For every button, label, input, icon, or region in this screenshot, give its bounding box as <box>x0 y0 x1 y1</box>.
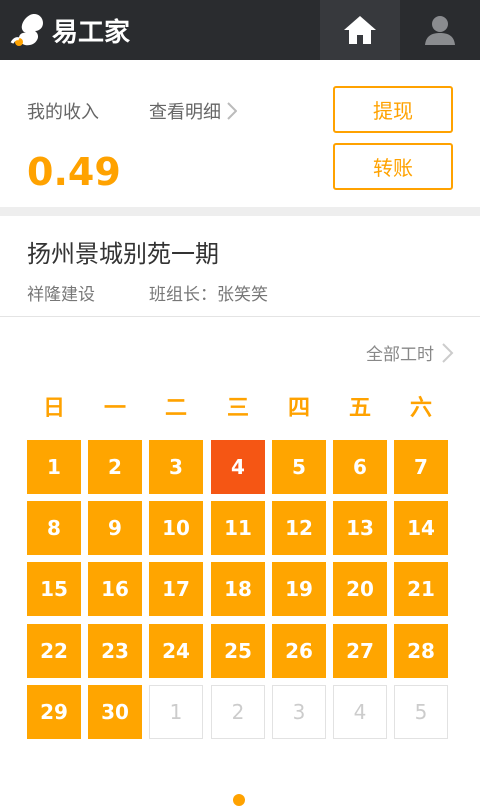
calendar-day[interactable]: 8 <box>27 501 81 555</box>
home-button[interactable] <box>320 0 400 60</box>
calendar-day[interactable]: 19 <box>272 562 326 616</box>
page-indicator-dot <box>233 794 245 806</box>
company-name: 祥隆建设 <box>27 285 95 305</box>
calendar-day[interactable]: 7 <box>394 440 448 494</box>
calendar-day[interactable]: 18 <box>211 562 265 616</box>
user-button[interactable] <box>400 0 480 60</box>
weekday-label: 一 <box>103 396 126 421</box>
calendar-day-next-month[interactable]: 5 <box>394 685 448 739</box>
calendar-day[interactable]: 6 <box>333 440 387 494</box>
chevron-right-icon <box>227 102 237 120</box>
weekday-label: 四 <box>287 396 310 421</box>
all-hours-link[interactable]: 全部工时 <box>366 340 454 365</box>
home-icon <box>344 16 376 44</box>
calendar-day-next-month[interactable]: 4 <box>333 685 387 739</box>
calendar-day[interactable]: 24 <box>149 624 203 678</box>
calendar-day[interactable]: 30 <box>88 685 142 739</box>
calendar-day[interactable]: 15 <box>27 562 81 616</box>
calendar-day[interactable]: 20 <box>333 562 387 616</box>
project-name: 扬州景城别苑一期 <box>27 240 219 268</box>
calendar-day[interactable]: 14 <box>394 501 448 555</box>
calendar-day[interactable]: 1 <box>27 440 81 494</box>
calendar-grid: 1 2 3 4 5 6 7 8 9 10 11 12 13 14 15 16 17 18 19 20 21 22 23 24 2… <box>27 440 453 740</box>
calendar-day[interactable]: 26 <box>272 624 326 678</box>
calendar-day[interactable]: 11 <box>211 501 265 555</box>
calendar-day[interactable]: 22 <box>27 624 81 678</box>
calendar-day[interactable]: 23 <box>88 624 142 678</box>
app-name: 易工家 <box>52 17 131 48</box>
app-header: 易工家 <box>0 0 480 60</box>
calendar-day[interactable]: 25 <box>211 624 265 678</box>
all-hours-label: 全部工时 <box>366 345 434 365</box>
calendar-weekday-header: 日一二三四五六 <box>27 390 453 426</box>
calendar-day[interactable]: 12 <box>272 501 326 555</box>
user-icon <box>425 16 455 45</box>
view-details-link[interactable]: 查看明细 <box>149 98 237 124</box>
calendar-day[interactable]: 16 <box>88 562 142 616</box>
calendar-day[interactable]: 3 <box>149 440 203 494</box>
calendar-day[interactable]: 29 <box>27 685 81 739</box>
section-divider <box>0 207 480 216</box>
project-panel: 扬州景城别苑一期 祥隆建设 班组长：张笑笑 <box>0 216 480 316</box>
weekday-label: 二 <box>164 396 187 421</box>
calendar-day[interactable]: 4 <box>211 440 265 494</box>
weekday-label: 三 <box>226 396 249 421</box>
chevron-right-icon <box>442 342 454 363</box>
view-details-label: 查看明细 <box>149 102 221 123</box>
calendar-day[interactable]: 5 <box>272 440 326 494</box>
weekday-label: 日 <box>42 396 65 421</box>
calendar-day[interactable]: 17 <box>149 562 203 616</box>
calendar-day-next-month[interactable]: 2 <box>211 685 265 739</box>
calendar-day-next-month[interactable]: 3 <box>272 685 326 739</box>
calendar-day[interactable]: 2 <box>88 440 142 494</box>
calendar-day[interactable]: 9 <box>88 501 142 555</box>
brand: 易工家 <box>0 0 320 60</box>
weekday-label: 六 <box>409 396 432 421</box>
withdraw-button[interactable]: 提现 <box>333 86 453 133</box>
income-amount: 0.49 <box>27 150 121 194</box>
calendar-day[interactable]: 13 <box>333 501 387 555</box>
calendar-day[interactable]: 28 <box>394 624 448 678</box>
squirrel-logo-icon <box>10 13 43 46</box>
team-leader: 班组长：张笑笑 <box>149 285 268 305</box>
weekday-label: 五 <box>348 396 371 421</box>
calendar-day[interactable]: 10 <box>149 501 203 555</box>
section-divider-thin <box>0 316 480 317</box>
calendar-day-next-month[interactable]: 1 <box>149 685 203 739</box>
income-label: 我的收入 <box>27 102 99 123</box>
transfer-button[interactable]: 转账 <box>333 143 453 190</box>
calendar-day[interactable]: 27 <box>333 624 387 678</box>
calendar-day[interactable]: 21 <box>394 562 448 616</box>
income-panel: 我的收入 查看明细 0.49 提现 转账 <box>0 60 480 207</box>
